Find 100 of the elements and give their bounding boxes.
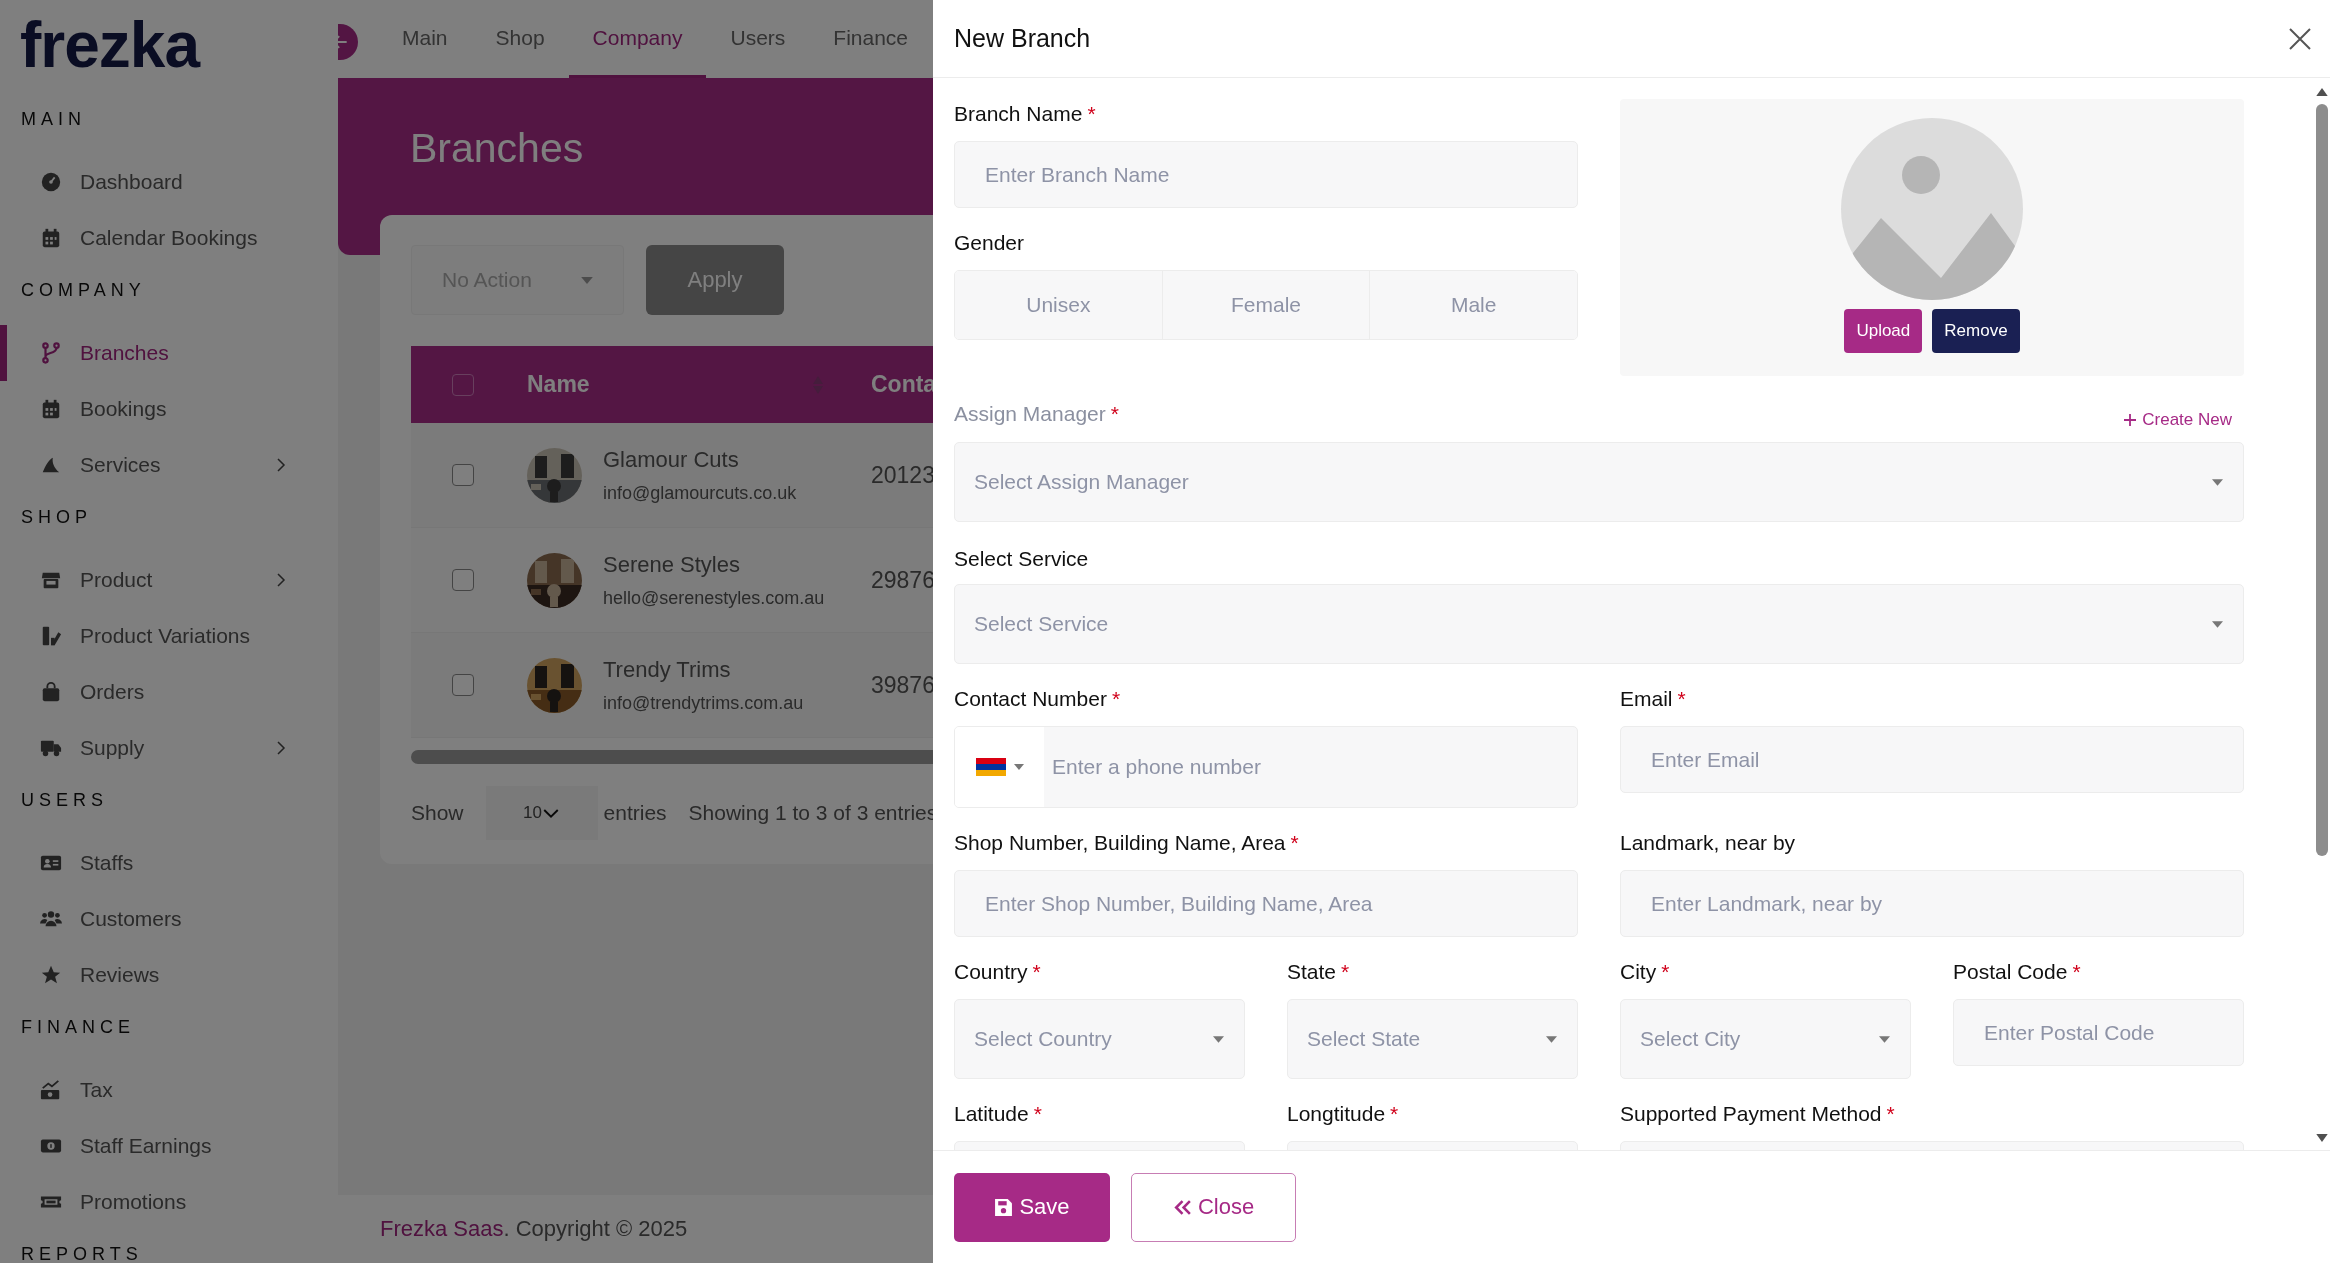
caret-icon: [1546, 1035, 1557, 1043]
sidebar-item[interactable]: Supply: [0, 720, 338, 776]
required-mark: *: [1111, 686, 1121, 711]
select-field[interactable]: Select Country: [954, 999, 1245, 1079]
save-icon: [994, 1197, 1014, 1217]
sidebar-item[interactable]: Product: [0, 552, 338, 608]
calendar-icon: [40, 227, 62, 249]
field-label: Shop Number, Building Name, Area: [954, 830, 1286, 855]
length-label: Show: [411, 801, 464, 825]
nav-tab[interactable]: Main: [378, 0, 472, 78]
gender-option[interactable]: Unisex: [955, 271, 1163, 339]
sidebar-item[interactable]: Branches: [0, 325, 338, 381]
sidebar-item[interactable]: Staff Earnings: [0, 1118, 338, 1174]
branch-icon: [40, 342, 62, 364]
page-title: Branches: [410, 125, 584, 172]
calendar-icon: [40, 398, 62, 420]
variations-icon: [40, 625, 62, 647]
gender-option[interactable]: Female: [1162, 271, 1371, 339]
close-button[interactable]: [2288, 26, 2312, 51]
bag-icon: [40, 681, 62, 703]
money-chart-icon: [40, 1079, 62, 1101]
gender-option[interactable]: Male: [1370, 271, 1577, 339]
sidebar-item[interactable]: Bookings: [0, 381, 338, 437]
sidebar-item[interactable]: Calendar Bookings: [0, 210, 338, 266]
required-mark: *: [1290, 830, 1299, 855]
input-field[interactable]: Enter Shop Number, Building Name, Area: [954, 870, 1578, 937]
logo: frezka: [20, 10, 199, 80]
star-icon: [40, 964, 62, 986]
upload-button[interactable]: Upload: [1844, 309, 1923, 353]
sidebar-item[interactable]: Promotions: [0, 1174, 338, 1230]
footer-link[interactable]: Frezka Saas: [380, 1216, 504, 1241]
sidebar-item[interactable]: Orders: [0, 664, 338, 720]
caret-icon: [2212, 620, 2223, 628]
input-field[interactable]: Enter Email: [1620, 726, 2244, 793]
phone-field[interactable]: Enter a phone number: [954, 726, 1578, 808]
nav-tab[interactable]: Shop: [471, 0, 569, 78]
required-mark: *: [1677, 686, 1686, 711]
nav-tab[interactable]: Users: [706, 0, 810, 78]
save-button[interactable]: Save: [954, 1172, 1110, 1242]
field-label: Supported Payment Method: [1620, 1101, 1882, 1126]
input-field[interactable]: Enter a phone number: [1044, 727, 1577, 807]
required-mark: *: [2072, 959, 2081, 984]
checkbox[interactable]: [452, 464, 474, 486]
caret-icon: [2212, 478, 2223, 486]
required-mark: *: [1087, 101, 1096, 126]
country-picker[interactable]: [955, 727, 1044, 807]
sidebar-item[interactable]: Customers: [0, 891, 338, 947]
field-label: Longtitude: [1287, 1101, 1386, 1126]
sidebar-item[interactable]: Tax: [0, 1062, 338, 1118]
sidebar-item[interactable]: Reviews: [0, 947, 338, 1003]
required-mark: *: [1390, 1101, 1399, 1126]
section-heading: FINANCE: [21, 1016, 136, 1039]
sidebar-item[interactable]: Dashboard: [0, 154, 338, 210]
page-length-select[interactable]: 10: [485, 786, 598, 840]
branch-email: hello@serenestyles.com.au: [603, 587, 825, 609]
field-label: Landmark, near by: [1620, 830, 1796, 855]
create-new-link[interactable]: Create New: [2124, 410, 2232, 430]
field-label: State: [1287, 959, 1337, 984]
required-mark: *: [1033, 1101, 1042, 1126]
field-label: Assign Manager: [954, 400, 1106, 426]
table-cell: 20123: [871, 461, 935, 489]
double-chevron-left-icon: [1172, 1197, 1192, 1217]
plus-icon: [2124, 414, 2137, 426]
column-header[interactable]: Name: [527, 371, 590, 398]
required-mark: *: [1110, 400, 1119, 426]
remove-button[interactable]: Remove: [1932, 309, 2020, 353]
close-button[interactable]: Close: [1131, 1172, 1296, 1242]
table-cell: 29876: [871, 566, 935, 594]
field-label: Latitude: [954, 1101, 1029, 1126]
arrow-up-icon: [2315, 88, 2328, 96]
drawer-title: New Branch: [954, 24, 1091, 53]
branch-name: Trendy Trims: [603, 656, 732, 683]
required-mark: *: [1886, 1101, 1895, 1126]
select-field[interactable]: Select Assign Manager: [954, 442, 2244, 522]
sidebar-item[interactable]: Product Variations: [0, 608, 338, 664]
select-field[interactable]: Select City: [1620, 999, 1911, 1079]
section-heading: COMPANY: [21, 279, 147, 302]
checkbox[interactable]: [452, 569, 474, 591]
input-field[interactable]: Enter Branch Name: [954, 141, 1578, 208]
input-field[interactable]: Enter Landmark, near by: [1620, 870, 2244, 937]
field-label: Gender: [954, 230, 1025, 255]
select-field[interactable]: Select State: [1287, 999, 1578, 1079]
flag-icon: [975, 758, 1006, 776]
input-field[interactable]: Enter Postal Code: [1953, 999, 2244, 1066]
sidebar-item[interactable]: Services: [0, 437, 338, 493]
field-label: Postal Code: [1953, 959, 2068, 984]
nav-tab[interactable]: Finance: [809, 0, 933, 78]
field-label: Country: [954, 959, 1028, 984]
field-label: Select Service: [954, 546, 1089, 571]
checkbox[interactable]: [452, 674, 474, 696]
checkbox[interactable]: [452, 373, 474, 396]
field-label: Branch Name: [954, 101, 1083, 126]
select-field[interactable]: Select Service: [954, 584, 2244, 664]
branch-name: Serene Styles: [603, 551, 741, 578]
gauge-icon: [40, 171, 62, 193]
section-heading: MAIN: [21, 108, 87, 131]
arrow-down-icon: [2315, 1134, 2328, 1142]
copyright-text: Frezka Saas. Copyright © 2025: [380, 1216, 688, 1242]
caret-icon: [581, 276, 593, 284]
sidebar-item[interactable]: Staffs: [0, 835, 338, 891]
